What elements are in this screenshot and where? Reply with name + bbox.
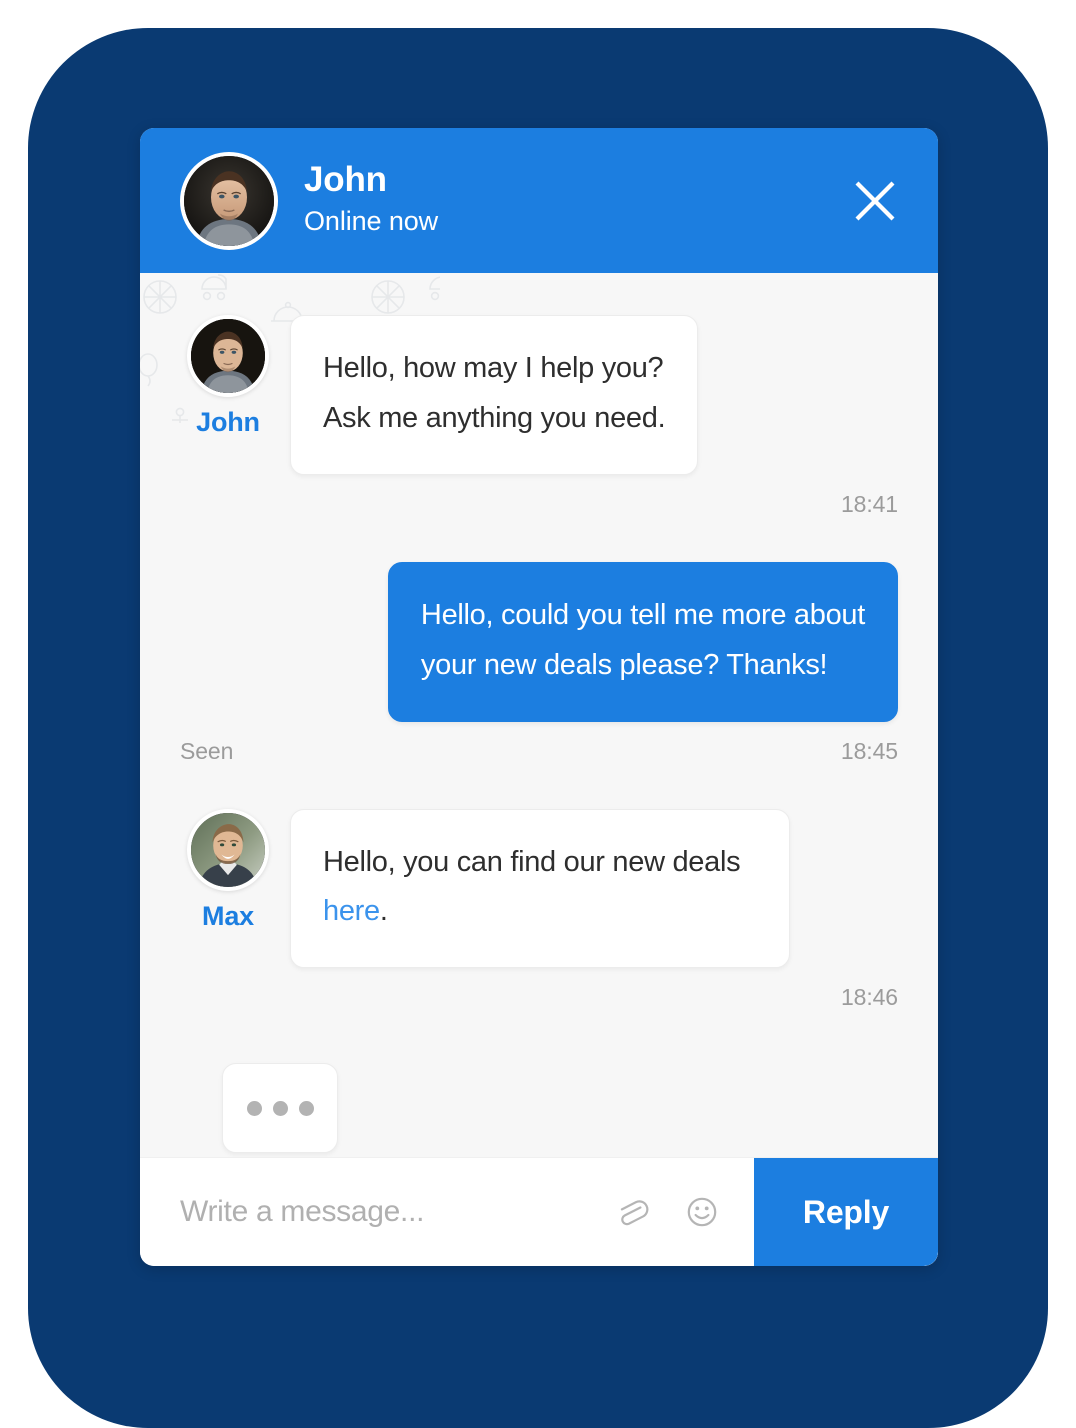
header-avatar: [180, 151, 278, 250]
message-text-before-link: Hello, you can find our new deals: [323, 845, 741, 878]
typing-dot: [272, 1100, 288, 1116]
chat-widget-panel: John Online now John Hello, how may I he…: [140, 128, 938, 1266]
message-text-after-link: .: [379, 895, 388, 928]
message-bubble-outgoing: Hello, could you tell me more about your…: [387, 561, 898, 722]
message-meta-1: 18:41: [180, 491, 898, 518]
paperclip-icon[interactable]: [608, 1190, 652, 1234]
message-bubble-incoming: Hello, how may I help you? Ask me anythi…: [290, 315, 699, 475]
message-timestamp: 18:45: [840, 737, 898, 764]
screenshot-stage: John Online now John Hello, how may I he…: [0, 0, 1076, 1428]
message-meta-2: Seen 18:45: [180, 738, 898, 765]
message-line: Ask me anything you need.: [323, 401, 666, 434]
message-line: your new deals please? Thanks!: [420, 648, 828, 681]
deals-link[interactable]: here: [323, 895, 380, 927]
reply-button[interactable]: Reply: [754, 1158, 938, 1266]
sender-block: John: [180, 315, 276, 438]
message-composer: Reply: [140, 1157, 938, 1266]
message-row-incoming-max: Max Hello, you can find our new deals he…: [180, 808, 898, 969]
header-text-block: John Online now: [304, 160, 846, 241]
message-timestamp: 18:41: [840, 490, 898, 517]
chat-header: John Online now: [140, 128, 938, 273]
seen-status: Seen: [180, 737, 234, 764]
typing-indicator: [222, 1063, 338, 1154]
typing-dot: [246, 1100, 262, 1116]
header-contact-name: John: [304, 159, 387, 199]
typing-dot: [298, 1100, 314, 1116]
message-meta-3: 18:46: [180, 984, 898, 1011]
sender-name-john: John: [196, 407, 260, 437]
composer-icon-group: [594, 1158, 754, 1266]
message-list[interactable]: John Hello, how may I help you? Ask me a…: [140, 273, 938, 1157]
smiley-icon[interactable]: [680, 1190, 724, 1234]
close-icon[interactable]: [846, 172, 904, 230]
message-line: Hello, could you tell me more about: [420, 598, 865, 631]
max-avatar[interactable]: [187, 808, 269, 891]
message-input[interactable]: [140, 1158, 594, 1266]
header-status-text: Online now: [304, 206, 439, 237]
message-timestamp: 18:46: [840, 984, 898, 1011]
message-line: Hello, how may I help you?: [323, 352, 664, 384]
message-row-incoming-john: John Hello, how may I help you? Ask me a…: [180, 315, 898, 475]
message-bubble-incoming: Hello, you can find our new deals here.: [290, 808, 790, 969]
john-avatar[interactable]: [187, 315, 269, 397]
sender-block: Max: [180, 808, 276, 932]
message-row-outgoing: Hello, could you tell me more about your…: [180, 561, 898, 722]
sender-name-max: Max: [202, 900, 254, 931]
